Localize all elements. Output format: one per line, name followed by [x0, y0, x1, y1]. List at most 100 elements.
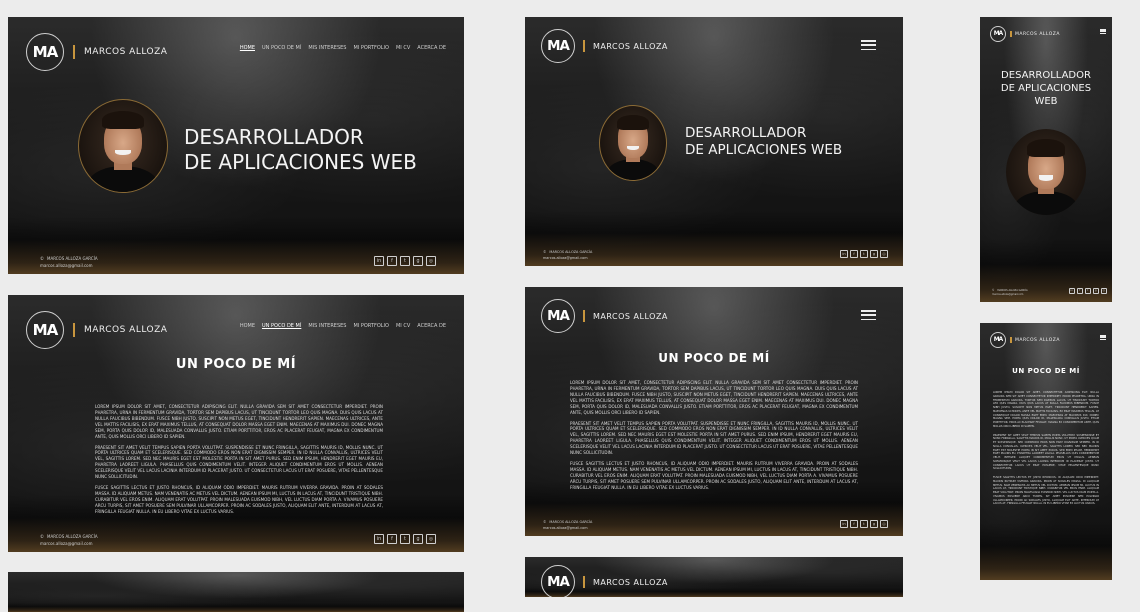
section-title: UN POCO DE MÍ	[658, 351, 770, 365]
about-paragraph: Praesent sit amet velit tempus sapien po…	[570, 420, 858, 456]
nav-item-4[interactable]: MI CV	[396, 323, 410, 329]
logo-separator	[73, 45, 75, 59]
hamburger-line	[1100, 32, 1106, 34]
logo-mark: MA	[541, 565, 575, 597]
nav-item-4[interactable]: MI CV	[396, 45, 410, 51]
nav-item-3[interactable]: MI PORTFOLIO	[353, 323, 389, 329]
hero-line-2: DE APLICACIONES WEB	[980, 82, 1112, 108]
email-text[interactable]: marcos.alloza@gmail.com	[543, 526, 588, 531]
logo-separator	[1009, 31, 1012, 37]
site-logo[interactable]: MA MARCOS ALLOZA	[541, 565, 668, 597]
instagram-icon[interactable]: ◎	[880, 250, 888, 258]
facebook-icon[interactable]: f	[387, 256, 397, 266]
email-line[interactable]: marcos.alloza@gmail.com	[543, 526, 592, 531]
facebook-icon[interactable]: f	[1076, 287, 1083, 294]
nav-item-0[interactable]: HOME	[240, 323, 255, 329]
site-name: MARCOS ALLOZA	[84, 47, 168, 57]
instagram-icon[interactable]: ◎	[426, 256, 436, 266]
email-line[interactable]: marcos.alloza@gmail.com	[543, 256, 592, 261]
nav-item-2[interactable]: MIS INTERESES	[308, 323, 346, 329]
facebook-icon[interactable]: f	[850, 520, 858, 528]
photo-shirt	[1014, 190, 1078, 215]
social-links: in f t g ◎	[374, 534, 436, 544]
hamburger-icon[interactable]	[1100, 29, 1106, 34]
logo-mark: MA	[26, 311, 64, 349]
about-paragraph: Praesent sit amet velit tempus sapien po…	[95, 444, 383, 480]
site-logo[interactable]: MA MARCOS ALLOZA	[990, 332, 1060, 348]
footer-info: © MARCOS ALLOZA GARCÍA marcos.alloza@gmail…	[40, 534, 98, 547]
instagram-icon[interactable]: ◎	[426, 534, 436, 544]
floor-texture	[980, 523, 1112, 580]
github-icon[interactable]: g	[413, 534, 423, 544]
section-title: UN POCO DE MÍ	[175, 357, 297, 372]
nav-item-0[interactable]: HOME	[240, 45, 255, 51]
hero-headline: DESARROLLADOR DE APLICACIONES WEB	[980, 69, 1112, 108]
site-logo[interactable]: MA MARCOS ALLOZA	[26, 311, 167, 349]
facebook-icon[interactable]: f	[387, 534, 397, 544]
github-icon[interactable]: g	[413, 256, 423, 266]
site-name: MARCOS ALLOZA	[1015, 337, 1060, 343]
photo-hair	[1026, 139, 1066, 157]
nav-item-3[interactable]: MI PORTFOLIO	[353, 45, 389, 51]
email-line[interactable]: marcos.alloza@gmail.com	[992, 293, 1028, 297]
hamburger-line	[1100, 338, 1106, 340]
hero-line-1: DESARROLLADOR	[1001, 70, 1091, 81]
logo-mark: MA	[990, 26, 1006, 42]
photo-shirt	[606, 159, 660, 180]
hero-line-1: DESARROLLADOR	[184, 125, 364, 149]
hamburger-icon[interactable]	[1100, 335, 1106, 340]
email-text[interactable]: marcos.alloza@gmail.com	[40, 263, 93, 269]
about-paragraph: Fusce sagittis lectus et justo rhoncus, …	[95, 485, 383, 514]
twitter-icon[interactable]: t	[400, 534, 410, 544]
floor-texture	[8, 603, 464, 612]
instagram-icon[interactable]: ◎	[1100, 287, 1107, 294]
linkedin-icon[interactable]: in	[374, 534, 384, 544]
hamburger-line	[861, 310, 876, 312]
nav-item-5[interactable]: ACERCA DE	[417, 45, 446, 51]
instagram-icon[interactable]: ◎	[880, 520, 888, 528]
site-logo[interactable]: MA MARCOS ALLOZA	[26, 33, 167, 71]
site-logo[interactable]: MA MARCOS ALLOZA	[541, 299, 668, 333]
social-links: in f t g ◎	[840, 250, 888, 258]
hamburger-icon[interactable]	[861, 310, 876, 320]
twitter-icon[interactable]: t	[860, 250, 868, 258]
about-text: Lorem ipsum dolor sit amet, consectetur …	[993, 391, 1099, 511]
site-logo[interactable]: MA MARCOS ALLOZA	[541, 29, 668, 63]
twitter-icon[interactable]: t	[1084, 287, 1091, 294]
hero-line-2a: DE APLICACIONES	[1000, 83, 1092, 94]
site-name: MARCOS ALLOZA	[593, 311, 668, 321]
email-line[interactable]: marcos.alloza@gmail.com	[40, 541, 98, 547]
hamburger-line	[861, 40, 876, 42]
site-name: MARCOS ALLOZA	[84, 325, 168, 335]
github-icon[interactable]: g	[1092, 287, 1099, 294]
twitter-icon[interactable]: t	[400, 256, 410, 266]
github-icon[interactable]: g	[870, 520, 878, 528]
about-text: Lorem ipsum dolor sit amet, consectetur …	[95, 404, 383, 520]
hamburger-icon[interactable]	[861, 40, 876, 50]
facebook-icon[interactable]: f	[850, 250, 858, 258]
email-line[interactable]: marcos.alloza@gmail.com	[40, 263, 98, 269]
twitter-icon[interactable]: t	[860, 520, 868, 528]
hamburger-line	[861, 44, 876, 46]
email-text[interactable]: marcos.alloza@gmail.com	[992, 293, 1023, 297]
nav-item-2[interactable]: MIS INTERESES	[308, 45, 346, 51]
linkedin-icon[interactable]: in	[374, 256, 384, 266]
linkedin-icon[interactable]: in	[1068, 287, 1075, 294]
email-text[interactable]: marcos.alloza@gmail.com	[40, 541, 93, 547]
nav-item-5[interactable]: ACERCA DE	[417, 323, 446, 329]
hero-line-1: DESARROLLADOR	[685, 125, 807, 141]
logo-separator	[583, 39, 585, 53]
photo-hair	[101, 111, 145, 130]
site-name: MARCOS ALLOZA	[1015, 31, 1060, 37]
page-frame-7	[8, 572, 464, 612]
linkedin-icon[interactable]: in	[840, 250, 848, 258]
about-text: Lorem ipsum dolor sit amet, consectetur …	[570, 380, 858, 496]
email-text[interactable]: marcos.alloza@gmail.com	[543, 256, 588, 261]
linkedin-icon[interactable]: in	[840, 520, 848, 528]
nav-item-1[interactable]: UN POCO DE MÍ	[262, 45, 301, 51]
nav-item-1[interactable]: UN POCO DE MÍ	[262, 323, 301, 329]
logo-separator	[73, 323, 75, 337]
hamburger-line	[861, 48, 876, 50]
site-logo[interactable]: MA MARCOS ALLOZA	[990, 26, 1060, 42]
github-icon[interactable]: g	[870, 250, 878, 258]
